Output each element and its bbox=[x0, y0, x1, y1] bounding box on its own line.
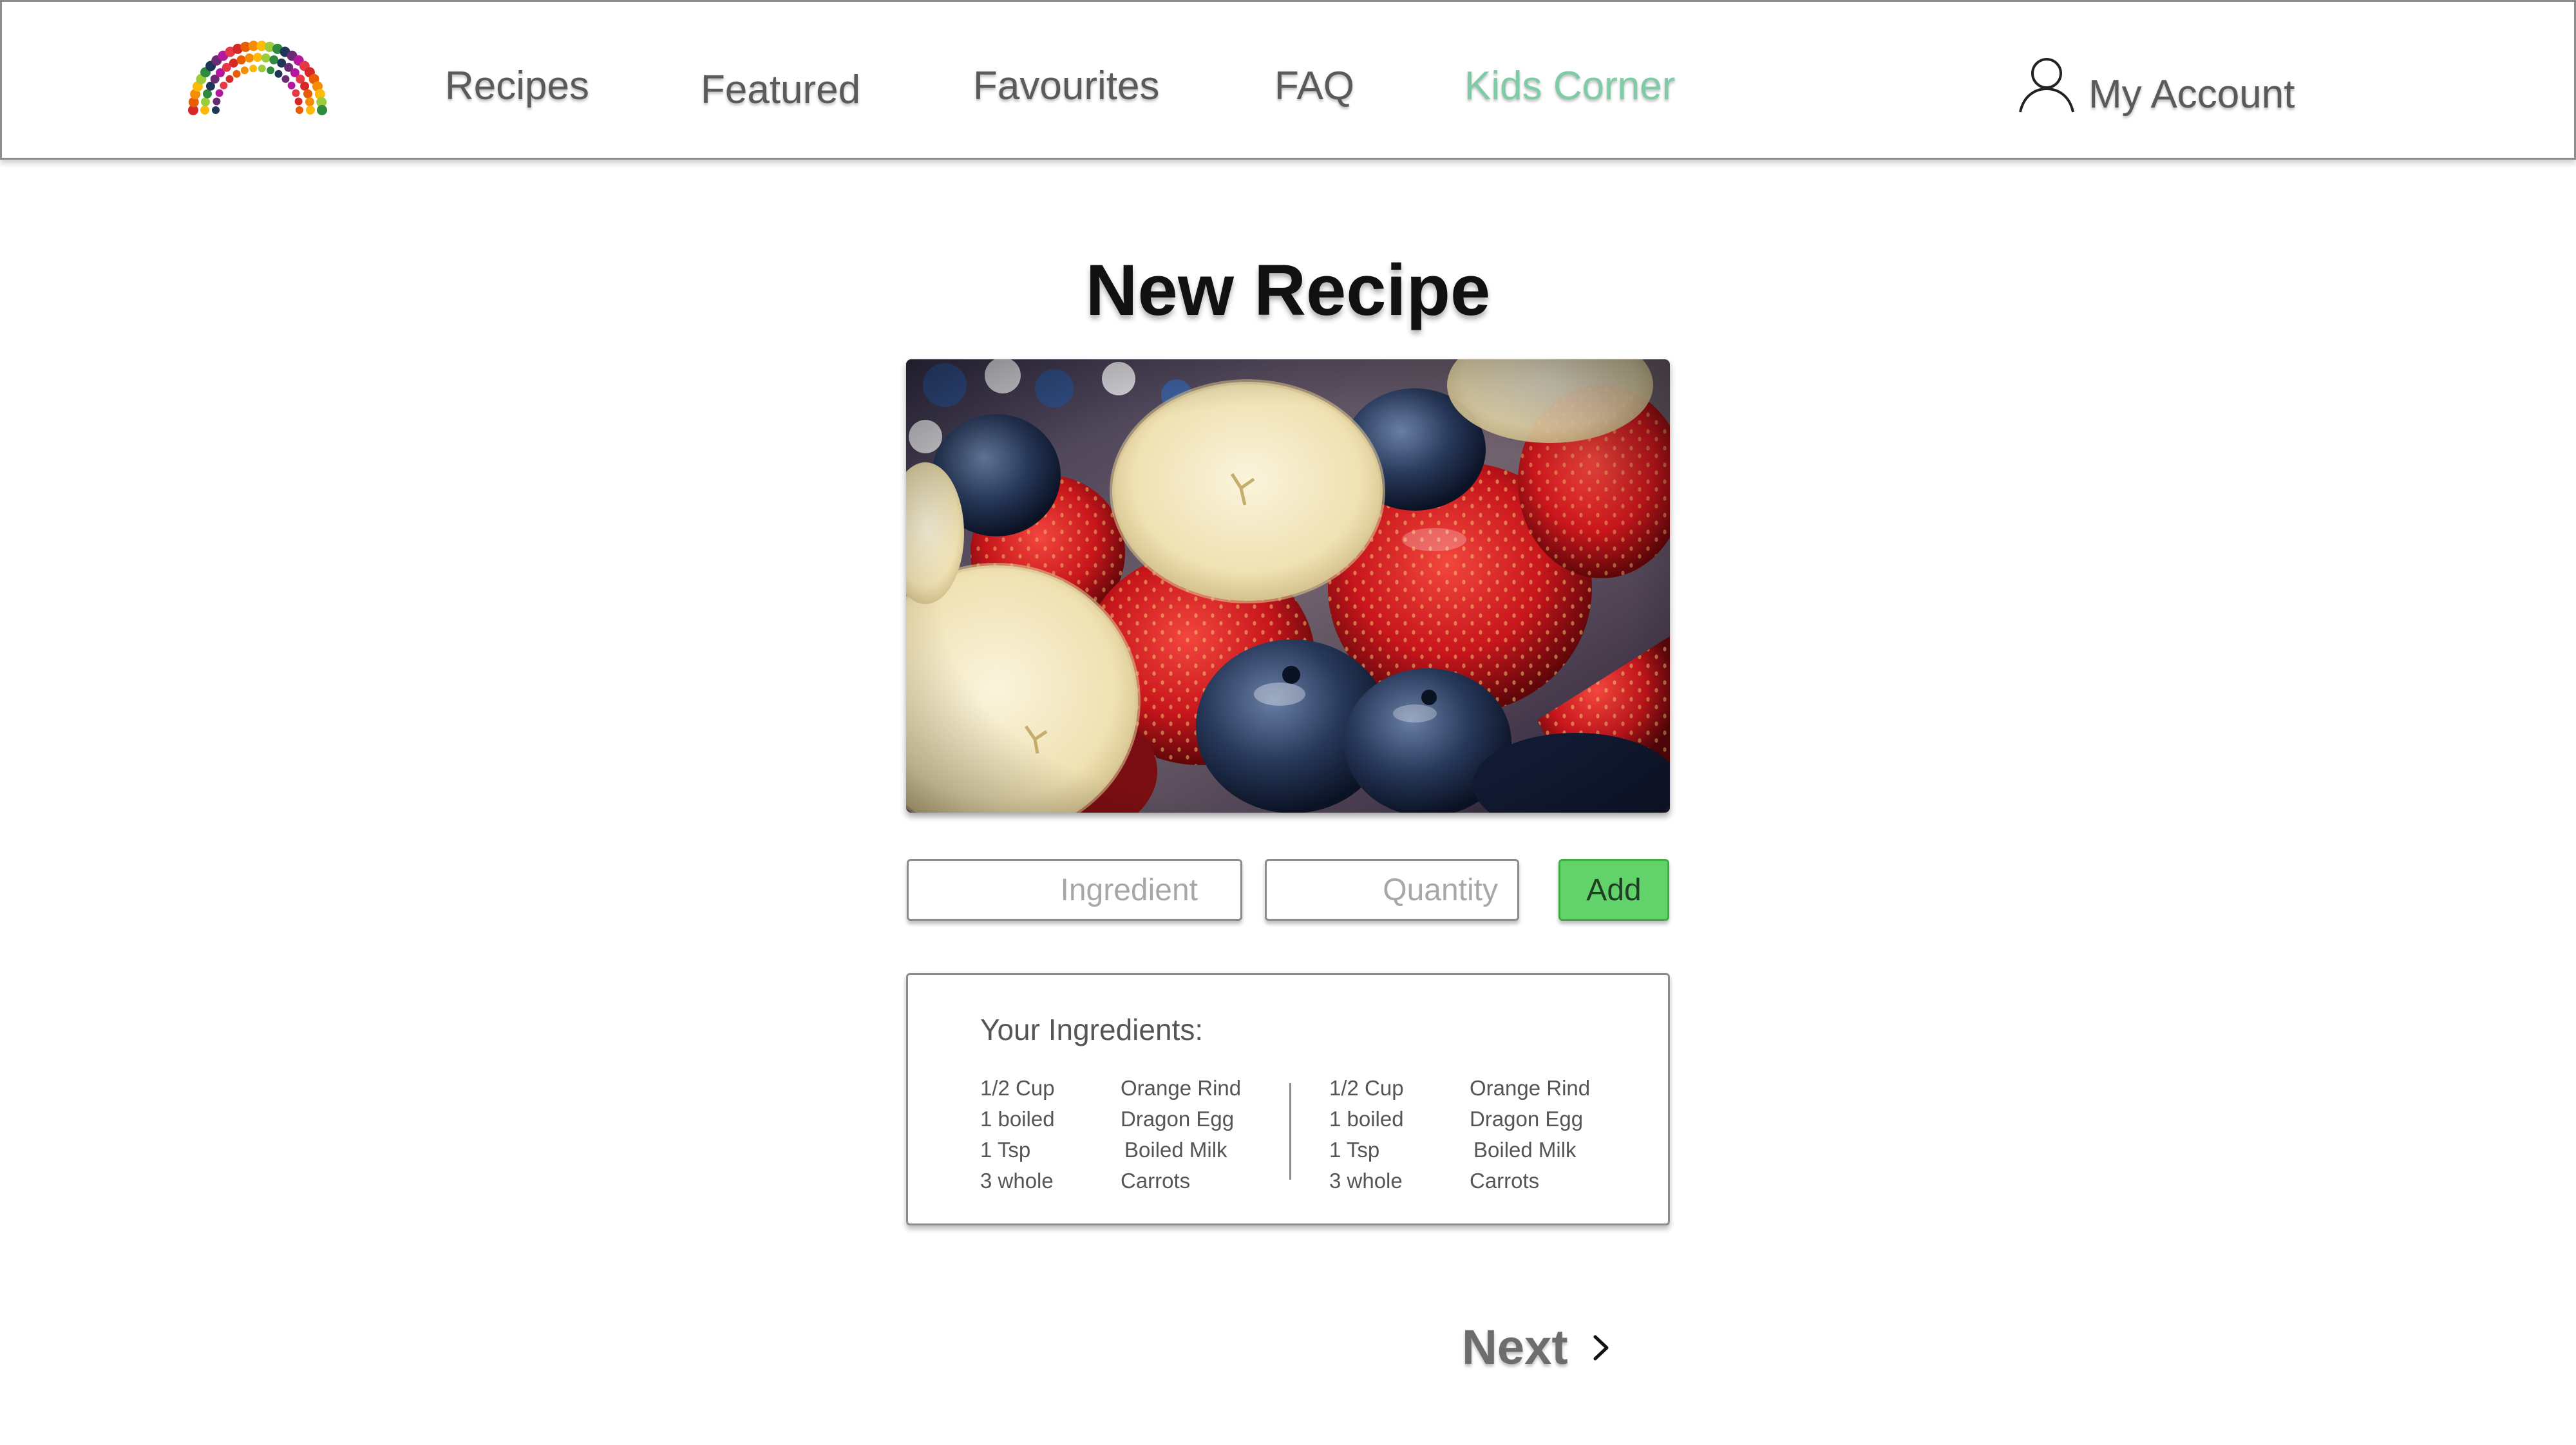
column-divider bbox=[1289, 1083, 1291, 1180]
page-title: New Recipe bbox=[1085, 250, 1491, 330]
ingredient-quantity: 1 Tsp bbox=[1329, 1138, 1380, 1162]
next-button[interactable]: Next bbox=[1462, 1323, 1613, 1372]
ingredient-name: Orange Rind bbox=[1121, 1076, 1242, 1100]
ingredient-name: Carrots bbox=[1470, 1169, 1540, 1193]
ingredient-quantity: 3 whole bbox=[980, 1169, 1054, 1193]
fruit-rainbow-logo-icon[interactable] bbox=[185, 33, 330, 120]
ingredient-name: Boiled Milk bbox=[1124, 1138, 1227, 1162]
recipe-photo bbox=[906, 359, 1670, 813]
ingredient-quantity: 1 Tsp bbox=[980, 1138, 1031, 1162]
ingredient-name: Dragon Egg bbox=[1121, 1107, 1235, 1131]
ingredient-quantity: 1 boiled bbox=[1329, 1107, 1404, 1131]
ingredient-quantity: 1/2 Cup bbox=[980, 1076, 1055, 1100]
right-items-column: Orange Rind Dragon Egg Boiled Milk Carro… bbox=[1470, 1073, 1590, 1196]
nav-favourites-link[interactable]: Favourites bbox=[973, 66, 1159, 106]
ingredient-quantity: 1 boiled bbox=[980, 1107, 1055, 1131]
nav-kids-corner-link[interactable]: Kids Corner bbox=[1464, 66, 1675, 106]
ingredient-name: Dragon Egg bbox=[1470, 1107, 1584, 1131]
my-account-label: My Account bbox=[2088, 71, 2295, 117]
chevron-right-icon bbox=[1593, 1335, 1609, 1361]
ingredient-quantity: 1/2 Cup bbox=[1329, 1076, 1404, 1100]
quantity-input[interactable] bbox=[1265, 859, 1519, 921]
ingredient-name: Orange Rind bbox=[1470, 1076, 1591, 1100]
right-quantities-column: 1/2 Cup 1 boiled 1 Tsp 3 whole bbox=[1329, 1073, 1404, 1196]
user-icon bbox=[2019, 58, 2074, 113]
ingredients-panel: Your Ingredients: 1/2 Cup 1 boiled 1 Tsp… bbox=[906, 973, 1670, 1225]
add-ingredient-button[interactable]: Add bbox=[1558, 859, 1669, 921]
ingredient-name: Carrots bbox=[1121, 1169, 1191, 1193]
nav-featured-link[interactable]: Featured bbox=[701, 70, 860, 110]
ingredient-input[interactable] bbox=[907, 859, 1242, 921]
top-navbar: Recipes Featured Favourites FAQ Kids Cor… bbox=[0, 0, 2576, 160]
ingredient-name: Boiled Milk bbox=[1473, 1138, 1577, 1162]
nav-recipes-link[interactable]: Recipes bbox=[445, 66, 589, 106]
nav-faq-link[interactable]: FAQ bbox=[1274, 66, 1354, 106]
my-account-link[interactable]: My Account bbox=[2016, 46, 2295, 123]
ingredient-quantity: 3 whole bbox=[1329, 1169, 1403, 1193]
left-items-column: Orange Rind Dragon Egg Boiled Milk Carro… bbox=[1121, 1073, 1241, 1196]
ingredients-heading: Your Ingredients: bbox=[980, 1013, 1204, 1046]
next-label: Next bbox=[1462, 1320, 1568, 1375]
left-quantities-column: 1/2 Cup 1 boiled 1 Tsp 3 whole bbox=[980, 1073, 1055, 1196]
